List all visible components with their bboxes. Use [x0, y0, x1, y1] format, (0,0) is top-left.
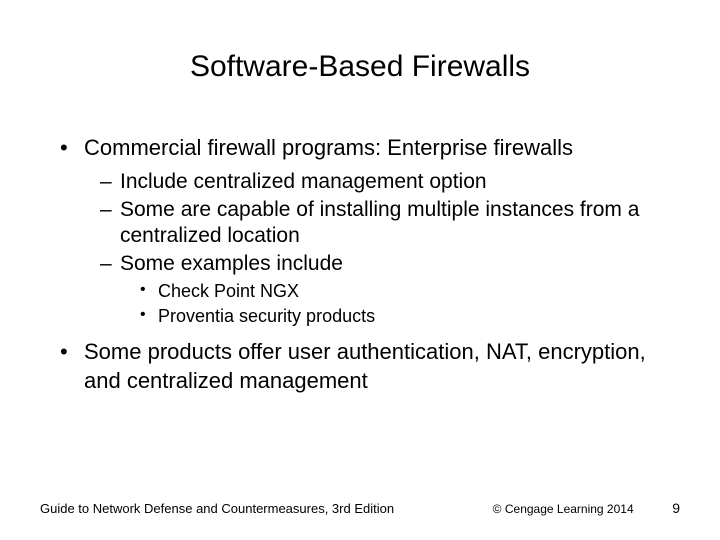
footer-page-number: 9 — [672, 500, 680, 516]
footer-source: Guide to Network Defense and Countermeas… — [40, 501, 394, 516]
slide-title: Software-Based Firewalls — [40, 50, 680, 84]
slide-content: Commercial firewall programs: Enterprise… — [40, 134, 680, 396]
bullet-level3: Check Point NGX — [140, 280, 680, 303]
footer-copyright: © Cengage Learning 2014 — [493, 502, 634, 516]
bullet-level2: Include centralized management option — [100, 169, 680, 195]
bullet-level3: Proventia security products — [140, 305, 680, 328]
slide-footer: Guide to Network Defense and Countermeas… — [40, 500, 680, 516]
bullet-level2: Some are capable of installing multiple … — [100, 197, 680, 250]
bullet-level1: Some products offer user authentication,… — [60, 338, 680, 395]
bullet-level2: Some examples include — [100, 251, 680, 277]
bullet-level1: Commercial firewall programs: Enterprise… — [60, 134, 680, 163]
